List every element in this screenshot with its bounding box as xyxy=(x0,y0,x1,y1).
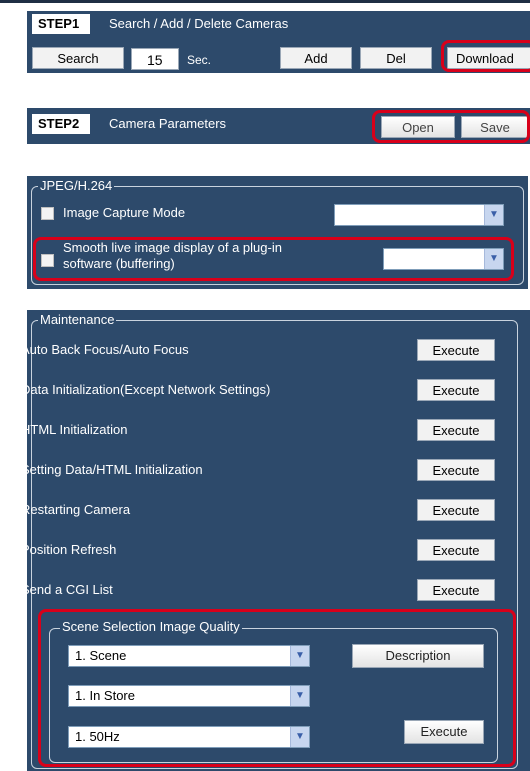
maintenance-item-label: Send a CGI List xyxy=(21,582,113,597)
scene-execute-button[interactable]: Execute xyxy=(404,720,484,744)
chevron-down-icon: ▼ xyxy=(290,646,309,666)
maintenance-execute-button[interactable]: Execute xyxy=(417,339,495,361)
step2-badge: STEP2 xyxy=(32,114,90,134)
frequency-select[interactable]: 1. 50Hz ▼ xyxy=(68,726,310,748)
smooth-display-highlight xyxy=(33,237,514,281)
step1-title: Search / Add / Delete Cameras xyxy=(109,16,289,31)
image-capture-label: Image Capture Mode xyxy=(63,205,186,220)
jpeg-legend: JPEG/H.264 xyxy=(38,178,115,193)
download-highlight xyxy=(441,40,530,72)
maintenance-item-label: Restarting Camera xyxy=(21,502,131,517)
search-button[interactable]: Search xyxy=(32,47,124,69)
image-capture-select[interactable]: ▼ xyxy=(334,204,504,226)
chevron-down-icon: ▼ xyxy=(290,686,309,706)
frequency-select-value: 1. 50Hz xyxy=(75,729,120,744)
maintenance-item-label: HTML Initialization xyxy=(21,422,128,437)
maintenance-item-label: Auto Back Focus/Auto Focus xyxy=(21,342,189,357)
top-border xyxy=(0,0,530,3)
maintenance-item-label: Position Refresh xyxy=(21,542,117,557)
maintenance-legend: Maintenance xyxy=(38,312,117,327)
maintenance-execute-button[interactable]: Execute xyxy=(417,579,495,601)
scene-select[interactable]: 1. Scene ▼ xyxy=(68,645,310,667)
location-select[interactable]: 1. In Store ▼ xyxy=(68,685,310,707)
chevron-down-icon: ▼ xyxy=(484,205,503,225)
interval-unit-label: Sec. xyxy=(187,53,212,67)
maintenance-execute-button[interactable]: Execute xyxy=(417,419,495,441)
location-select-value: 1. In Store xyxy=(75,688,135,703)
description-button[interactable]: Description xyxy=(352,644,484,668)
step2-title: Camera Parameters xyxy=(109,116,227,131)
maintenance-execute-button[interactable]: Execute xyxy=(417,499,495,521)
chevron-down-icon: ▼ xyxy=(290,727,309,747)
open-save-highlight xyxy=(372,110,530,143)
del-button[interactable]: Del xyxy=(360,47,432,69)
maintenance-item-label: Setting Data/HTML Initialization xyxy=(21,462,203,477)
scene-select-value: 1. Scene xyxy=(75,648,127,663)
step1-badge: STEP1 xyxy=(32,14,90,34)
search-interval-value: 15 xyxy=(147,52,163,68)
maintenance-execute-button[interactable]: Execute xyxy=(417,539,495,561)
search-interval-field[interactable]: 15 xyxy=(131,48,179,70)
maintenance-item-label: Data Initialization(Except Network Setti… xyxy=(21,382,271,397)
add-button[interactable]: Add xyxy=(280,47,352,69)
maintenance-execute-button[interactable]: Execute xyxy=(417,459,495,481)
maintenance-execute-button[interactable]: Execute xyxy=(417,379,495,401)
image-capture-checkbox[interactable] xyxy=(41,207,54,220)
